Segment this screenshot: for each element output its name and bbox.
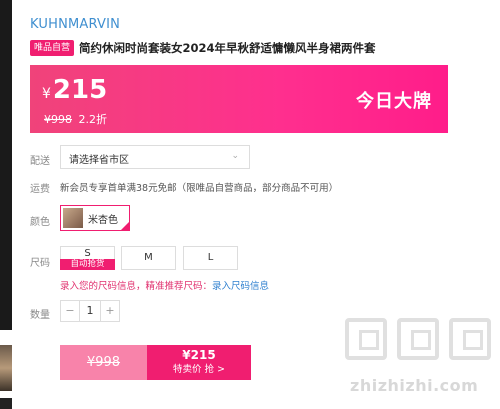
size-option-m[interactable]: M [121, 246, 176, 270]
watermark-glyph [397, 318, 439, 360]
color-label: 颜色 [30, 217, 50, 228]
size-option-s[interactable]: S 自动抢货 [60, 246, 115, 270]
region-select[interactable]: 请选择省市区 ⌄ [60, 145, 250, 169]
watermark-logo [345, 318, 491, 360]
size-info-text: 录入您的尺码信息，精准推荐尺码： [60, 281, 213, 292]
size-option-label: S [84, 248, 91, 259]
quantity-label: 数量 [30, 310, 50, 321]
price-sub: ¥998 2.2折 [44, 111, 107, 127]
buy-now-button[interactable]: ¥215 特卖价 抢 > [147, 345, 251, 380]
promo-title: 今日大牌 [356, 91, 432, 112]
quantity-minus-button[interactable]: − [61, 301, 79, 321]
color-option[interactable]: 米杏色 [60, 205, 130, 231]
delivery-label: 配送 [30, 156, 50, 167]
brand-name[interactable]: KUHNMARVIN [30, 17, 120, 32]
size-option-l[interactable]: L [183, 246, 238, 270]
current-price: ¥ 215 [42, 75, 107, 105]
original-price-button[interactable]: ¥998 [60, 345, 147, 380]
quantity-input[interactable]: 1 [79, 301, 101, 321]
discount-label: 2.2折 [78, 113, 108, 126]
freight-label: 运费 [30, 184, 50, 195]
thumbnail-edge-bottom [0, 398, 12, 409]
thumbnail-edge[interactable] [0, 345, 12, 391]
buy-sale-label: 特卖价 抢 > [173, 364, 225, 375]
currency-symbol: ¥ [42, 86, 51, 102]
color-option-label: 米杏色 [88, 214, 118, 226]
quantity-plus-button[interactable]: + [101, 301, 119, 321]
selected-check-icon [120, 221, 130, 231]
region-placeholder: 请选择省市区 [69, 155, 129, 166]
price-value: 215 [52, 75, 108, 105]
product-title-row: 唯品自营 简约休闲时尚套装女2024年早秋舒适慵懒风半身裙两件套 [30, 40, 376, 56]
size-option-label: L [207, 252, 214, 263]
price-banner: ¥ 215 ¥998 2.2折 今日大牌 [30, 65, 448, 133]
color-thumbnail [63, 208, 83, 228]
freight-text: 新会员专享首单满38元免邮（限唯品自营商品，部分商品不可用） [60, 183, 339, 194]
original-price: ¥998 [44, 113, 72, 126]
size-info-link[interactable]: 录入尺码信息 [212, 281, 269, 292]
buy-sale-price: ¥215 [182, 348, 216, 362]
left-image-strip [0, 0, 14, 409]
chevron-down-icon: ⌄ [231, 151, 239, 161]
watermark-text: zhizhizhi.com [350, 376, 479, 395]
quantity-stepper: − 1 + [60, 300, 120, 322]
size-info: 录入您的尺码信息，精准推荐尺码：录入尺码信息 [60, 278, 269, 292]
watermark-glyph [449, 318, 491, 360]
buy-original-price: ¥998 [86, 355, 121, 370]
product-title: 简约休闲时尚套装女2024年早秋舒适慵懒风半身裙两件套 [79, 41, 376, 55]
self-operated-badge: 唯品自营 [30, 40, 75, 56]
auto-grab-badge: 自动抢货 [60, 259, 115, 270]
size-option-label: M [144, 252, 153, 263]
size-label: 尺码 [30, 258, 50, 269]
watermark-glyph [345, 318, 387, 360]
product-image-edge [0, 0, 12, 330]
